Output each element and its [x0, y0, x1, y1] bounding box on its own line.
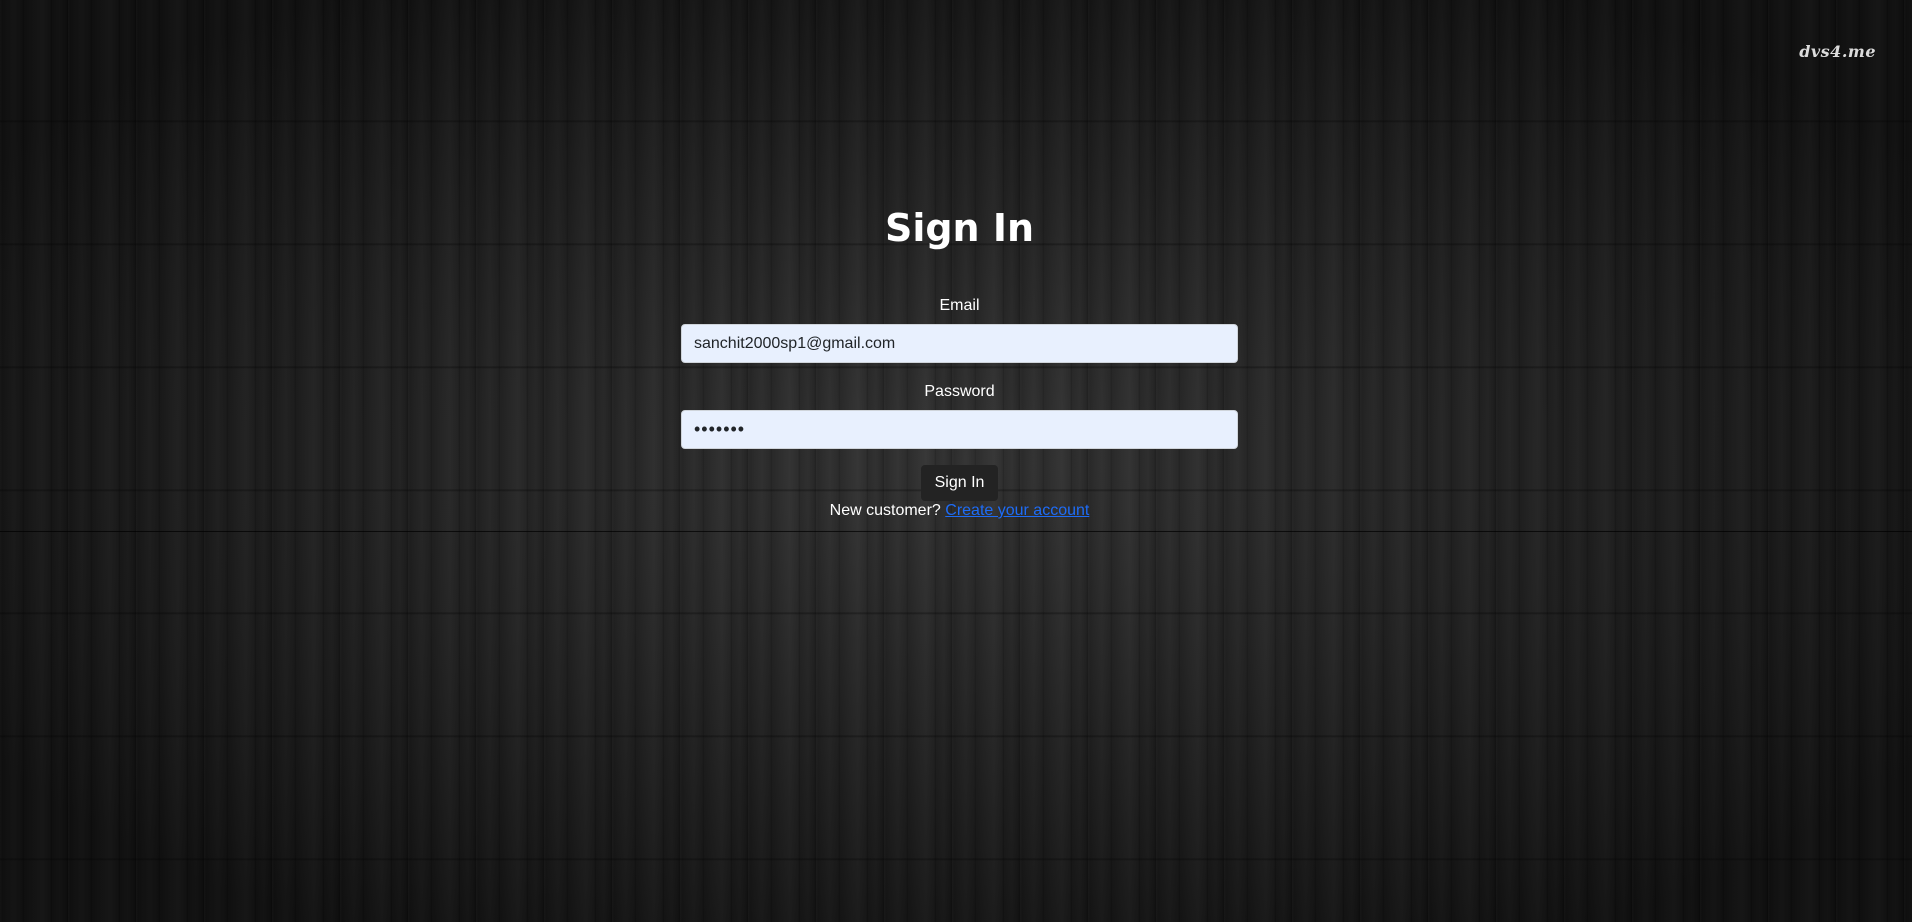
password-field[interactable] [681, 410, 1238, 449]
background-seam [0, 531, 1912, 532]
page-title: Sign In [884, 206, 1035, 250]
email-field[interactable] [681, 324, 1238, 363]
sign-in-button[interactable]: Sign In [920, 465, 999, 501]
create-account-link[interactable]: Create your account [945, 502, 1089, 519]
password-label: Password [924, 383, 995, 400]
new-customer-row: New customer? Create your account [681, 501, 1238, 521]
new-customer-text: New customer? [829, 502, 941, 519]
email-label: Email [939, 297, 980, 314]
watermark-logo: dvs4.me [1799, 42, 1876, 61]
signin-form-container: Sign In Email Password Sign In New custo… [681, 200, 1238, 521]
